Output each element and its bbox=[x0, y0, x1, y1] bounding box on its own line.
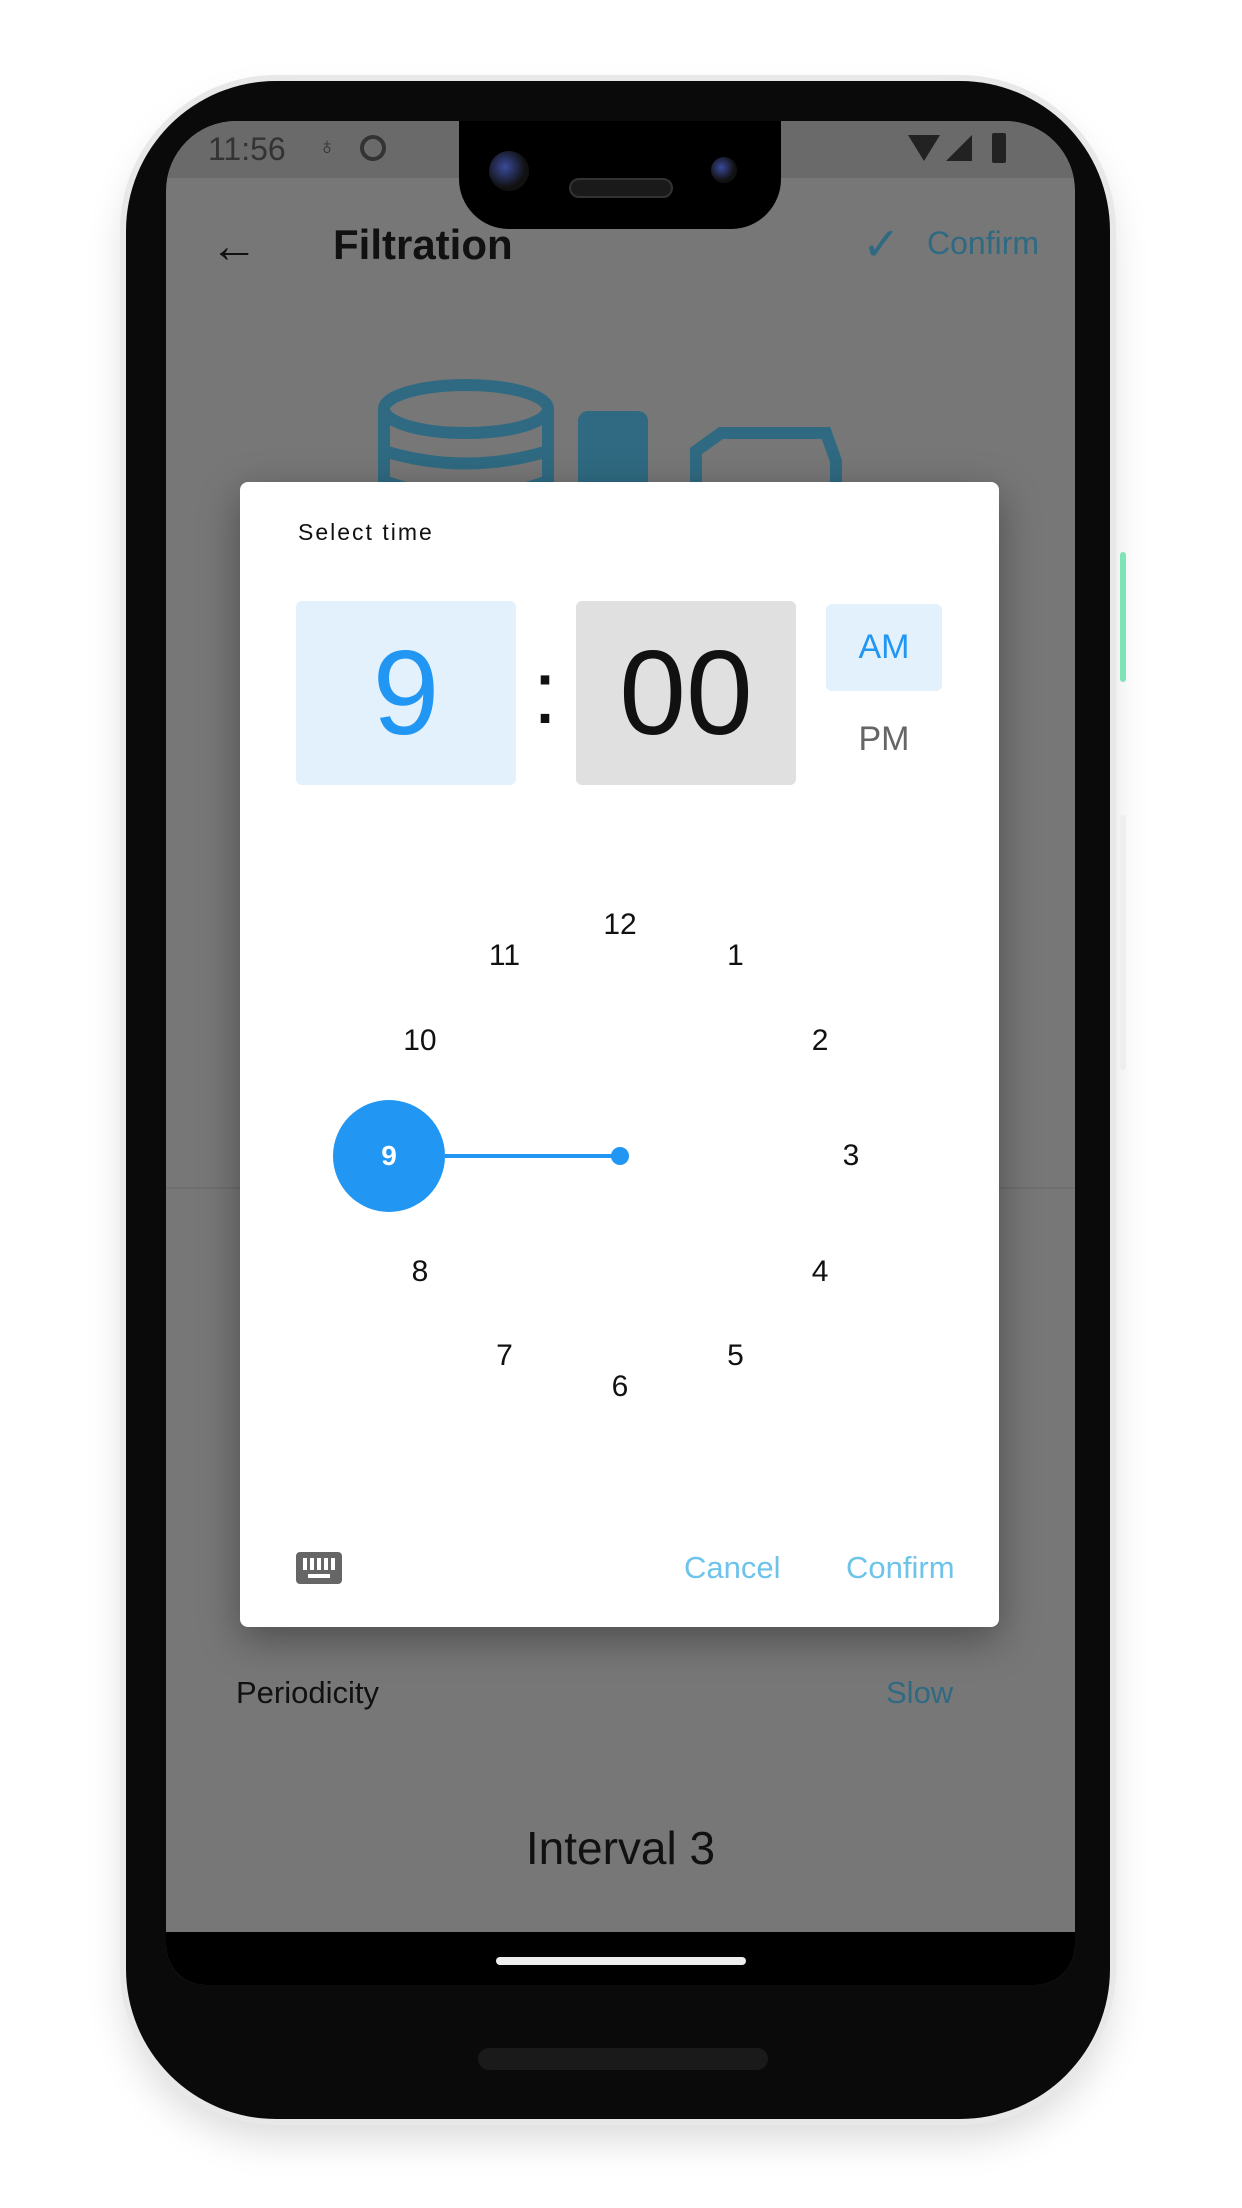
back-arrow-icon[interactable]: ← bbox=[210, 219, 258, 274]
power-button bbox=[1120, 552, 1126, 682]
volume-button bbox=[1120, 815, 1126, 1070]
face-icon bbox=[360, 135, 386, 161]
front-camera bbox=[489, 151, 529, 191]
clock-number-10[interactable]: 10 bbox=[403, 1024, 436, 1058]
notch bbox=[459, 121, 781, 229]
clock-hand bbox=[445, 1154, 620, 1158]
earpiece bbox=[569, 178, 673, 198]
cancel-button[interactable]: Cancel bbox=[684, 1550, 781, 1586]
time-picker-dialog: Select time 9 : 00 AM PM 12 1 2 3 4 5 6 7 8 9 10 11… bbox=[240, 482, 999, 1627]
signal-icon bbox=[946, 135, 972, 161]
check-icon[interactable]: ✓ bbox=[862, 217, 901, 271]
status-time: 11:56 bbox=[208, 131, 286, 167]
interval-title: Interval 3 bbox=[525, 1822, 716, 1874]
wifi-icon bbox=[908, 135, 940, 161]
clock-dial[interactable]: 12 1 2 3 4 5 6 7 8 9 10 11 bbox=[240, 482, 999, 1627]
keyboard-icon[interactable] bbox=[296, 1552, 342, 1584]
bottom-speaker bbox=[478, 2048, 768, 2070]
notification-icon: ♁ bbox=[318, 133, 336, 160]
clock-number-4[interactable]: 4 bbox=[812, 1255, 829, 1289]
clock-number-7[interactable]: 7 bbox=[496, 1339, 513, 1373]
clock-number-3[interactable]: 3 bbox=[843, 1139, 860, 1173]
clock-number-12[interactable]: 12 bbox=[603, 908, 636, 942]
home-gesture-bar[interactable] bbox=[496, 1957, 746, 1965]
page-title: Filtration bbox=[333, 221, 513, 268]
battery-icon bbox=[992, 133, 1006, 163]
clock-number-2[interactable]: 2 bbox=[812, 1024, 829, 1058]
clock-number-11[interactable]: 11 bbox=[489, 939, 520, 973]
periodicity-label: Periodicity bbox=[236, 1675, 379, 1710]
clock-number-9[interactable]: 9 bbox=[381, 1140, 397, 1172]
clock-center-dot bbox=[611, 1147, 629, 1165]
clock-number-1[interactable]: 1 bbox=[727, 939, 744, 973]
clock-number-5[interactable]: 5 bbox=[727, 1339, 744, 1373]
clock-number-6[interactable]: 6 bbox=[612, 1370, 629, 1404]
front-camera-2 bbox=[711, 157, 737, 183]
clock-number-8[interactable]: 8 bbox=[412, 1255, 429, 1289]
header-confirm-button[interactable]: Confirm bbox=[927, 225, 1039, 262]
confirm-button[interactable]: Confirm bbox=[846, 1550, 955, 1586]
periodicity-value[interactable]: Slow bbox=[886, 1675, 953, 1711]
